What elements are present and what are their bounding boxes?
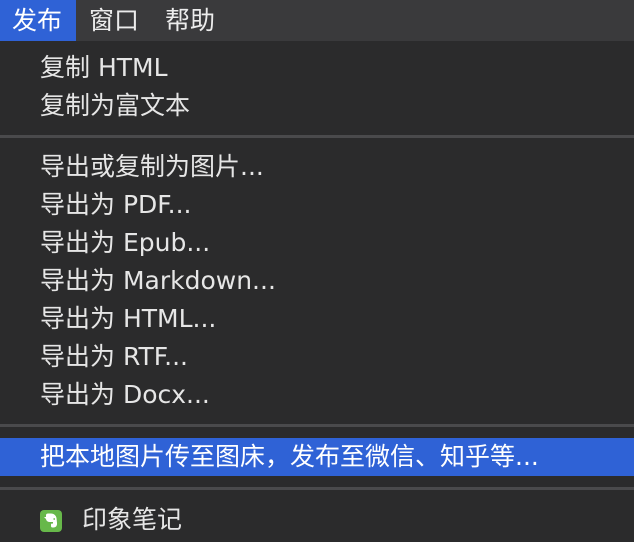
menu-separator	[0, 487, 634, 490]
publish-dropdown-menu: 复制 HTML 复制为富文本 导出或复制为图片... 导出为 PDF... 导出…	[0, 41, 634, 542]
menu-item-export-or-copy-image[interactable]: 导出或复制为图片...	[0, 148, 634, 186]
menu-item-label: 复制为富文本	[40, 91, 191, 120]
menu-item-evernote[interactable]: 印象笔记	[0, 501, 634, 539]
menu-item-export-markdown[interactable]: 导出为 Markdown...	[0, 262, 634, 300]
menu-item-export-pdf[interactable]: 导出为 PDF...	[0, 186, 634, 224]
menu-item-label: 印象笔记	[82, 505, 183, 534]
menu-separator	[0, 424, 634, 427]
menu-item-label: 导出或复制为图片...	[40, 152, 264, 181]
menu-item-label: 导出为 Markdown...	[40, 266, 276, 295]
menu-item-label: 导出为 Epub...	[40, 228, 211, 257]
menu-window[interactable]: 窗口	[76, 0, 152, 41]
menu-item-copy-rich-text[interactable]: 复制为富文本	[0, 87, 634, 125]
menu-item-label: 把本地图片传至图床，发布至微信、知乎等...	[40, 442, 539, 471]
menu-item-label: 导出为 HTML...	[40, 304, 217, 333]
menu-publish[interactable]: 发布	[0, 0, 77, 41]
menu-help[interactable]: 帮助	[152, 0, 228, 41]
menu-item-label: 导出为 RTF...	[40, 342, 188, 371]
menu-item-export-docx[interactable]: 导出为 Docx...	[0, 376, 634, 414]
menu-item-label: 复制 HTML	[40, 53, 168, 82]
menu-item-export-rtf[interactable]: 导出为 RTF...	[0, 338, 634, 376]
menu-item-upload-and-publish[interactable]: 把本地图片传至图床，发布至微信、知乎等...	[0, 438, 634, 476]
menu-item-label: 导出为 Docx...	[40, 380, 210, 409]
menu-item-export-epub[interactable]: 导出为 Epub...	[0, 224, 634, 262]
menu-bar: 发布 窗口 帮助	[0, 0, 634, 41]
menu-item-label: 导出为 PDF...	[40, 190, 192, 219]
menu-item-export-html[interactable]: 导出为 HTML...	[0, 300, 634, 338]
menu-item-copy-html[interactable]: 复制 HTML	[0, 49, 634, 87]
evernote-icon	[40, 510, 62, 532]
menu-separator	[0, 135, 634, 138]
